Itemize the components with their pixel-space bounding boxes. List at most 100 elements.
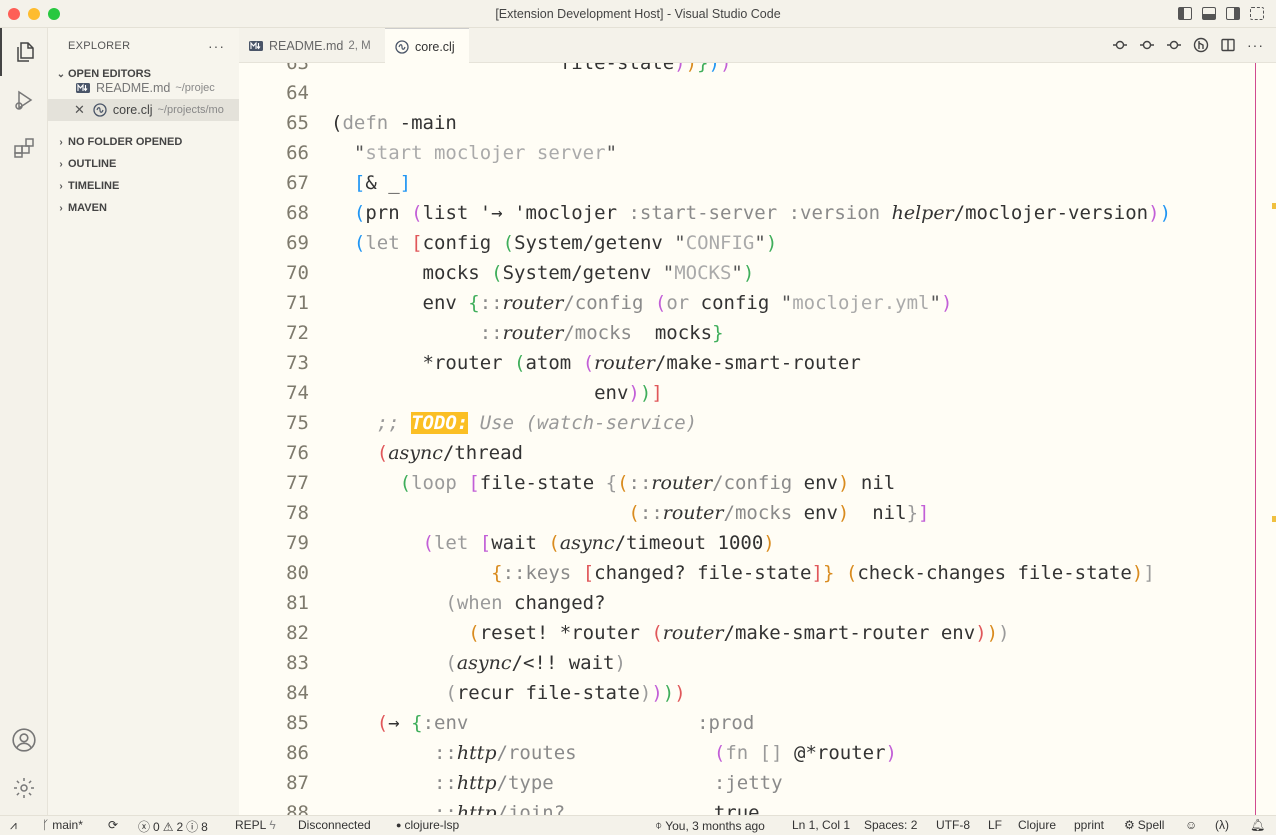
maven-section[interactable]: › MAVEN <box>48 197 239 219</box>
toggle-panel-icon[interactable] <box>1202 7 1216 20</box>
line-number: 76 <box>286 442 309 464</box>
indentation[interactable]: Spaces: 2 <box>864 818 917 832</box>
manage-activity[interactable] <box>0 764 48 812</box>
tab-readme[interactable]: README.md 2, M <box>239 28 381 63</box>
blame-label: You, 3 months ago <box>665 818 765 833</box>
repl-button[interactable]: REPL ϟ <box>235 818 276 832</box>
close-icon[interactable]: ✕ <box>74 102 85 118</box>
line-number: 65 <box>286 112 309 134</box>
line-number: 85 <box>286 712 309 734</box>
open-editor-core[interactable]: ✕ core.clj ~/projects/mo <box>48 99 239 121</box>
code-line: (recur file-state)))) <box>445 682 686 704</box>
eol-label: LF <box>988 818 1003 832</box>
code-line: *router (atom (router/make-smart-router <box>331 352 861 374</box>
run-debug-icon <box>15 90 33 110</box>
lsp-status[interactable]: ● clojure-lsp <box>396 818 459 832</box>
markdown-file-icon <box>76 83 90 93</box>
connection-status[interactable]: Disconnected <box>298 818 371 832</box>
editor-file-path: ~/projec <box>175 82 215 94</box>
line-number: 66 <box>286 142 309 164</box>
title-bar: [Extension Development Host] - Visual St… <box>0 0 1276 28</box>
pprint-toggle[interactable]: pprint <box>1074 818 1104 832</box>
line-number: 71 <box>286 292 309 314</box>
sync-button[interactable]: ⟳ <box>108 818 118 832</box>
chevron-right-icon: › <box>59 158 63 170</box>
timeline-section[interactable]: › TIMELINE <box>48 175 239 197</box>
files-icon <box>17 42 34 62</box>
split-editor-icon[interactable] <box>1220 37 1236 53</box>
spell-check[interactable]: ⚙ Spell <box>1124 818 1164 832</box>
lambda-indicator[interactable]: (λ) <box>1215 818 1229 832</box>
bell-icon: 🔔︎ <box>1250 818 1266 832</box>
code-line: ::router/mocks mocks} <box>479 322 724 344</box>
indentation-label: Spaces: 2 <box>864 818 918 832</box>
toggle-secondary-sidebar-icon[interactable] <box>1226 7 1240 20</box>
code-editor[interactable]: 63 64 65 66 67 68 69 70 71 72 73 74 75 7… <box>239 63 1276 815</box>
git-blame[interactable]: ⌽ You, 3 months ago <box>655 818 765 833</box>
info-icon: ⓘ <box>186 820 199 834</box>
git-commit-icon: ⌽ <box>655 818 663 832</box>
branch-indicator[interactable]: ᚴ main* <box>42 818 83 832</box>
open-editor-readme[interactable]: README.md ~/projec <box>48 81 239 95</box>
cursor-position[interactable]: Ln 1, Col 1 <box>792 818 850 832</box>
line-number: 68 <box>286 202 309 224</box>
copilot-button[interactable]: ☺ <box>1185 818 1197 832</box>
go-back-change-icon[interactable] <box>1112 37 1128 53</box>
git-branch-icon: ᚴ <box>42 818 50 832</box>
line-number: 80 <box>286 562 309 584</box>
encoding[interactable]: UTF-8 <box>936 818 970 832</box>
connection-label: Disconnected <box>298 818 371 832</box>
encoding-label: UTF-8 <box>936 818 970 832</box>
remote-indicator[interactable]: ⩘ <box>10 818 17 833</box>
line-number: 81 <box>286 592 309 614</box>
section-label: OPEN EDITORS <box>68 68 151 80</box>
explorer-activity[interactable] <box>0 28 48 76</box>
code-line: env))] <box>331 382 663 404</box>
extensions-activity[interactable] <box>0 124 48 172</box>
lambda-label: (λ) <box>1215 818 1229 832</box>
code-line: (→ {:env :prod <box>376 712 755 734</box>
more-actions-button[interactable]: ··· <box>208 38 225 54</box>
chevron-right-icon: › <box>59 180 63 192</box>
outline-section[interactable]: › OUTLINE <box>48 153 239 175</box>
tab-core[interactable]: core.clj <box>385 28 469 64</box>
language-mode[interactable]: Clojure <box>1018 818 1056 832</box>
editor-file-name: core.clj <box>112 103 153 117</box>
git-compare-icon[interactable] <box>1193 37 1209 53</box>
window-title: [Extension Development Host] - Visual St… <box>495 7 781 21</box>
error-count: 0 <box>153 819 160 834</box>
code-line: (async/<!! wait) <box>445 652 626 674</box>
status-bar: ⩘ ᚴ main* ⟳ ⓧ 0 ⚠ 2 ⓘ 8 REPL ϟ Disconnec… <box>0 815 1276 835</box>
ruler-line <box>1255 63 1256 815</box>
line-number: 82 <box>286 622 309 644</box>
line-number: 67 <box>286 172 309 194</box>
spell-label: Spell <box>1137 818 1165 832</box>
end-of-line[interactable]: LF <box>988 818 1002 832</box>
tab-label: core.clj <box>415 39 455 54</box>
run-debug-activity[interactable] <box>0 76 48 124</box>
layout-controls <box>1178 7 1264 20</box>
sidebar-header: EXPLORER ··· <box>48 28 239 63</box>
language-label: Clojure <box>1018 818 1057 832</box>
problems-indicator[interactable]: ⓧ 0 ⚠ 2 ⓘ 8 <box>138 818 208 835</box>
section-label: TIMELINE <box>68 180 120 192</box>
go-forward-change-icon[interactable] <box>1166 37 1182 53</box>
customize-layout-icon[interactable] <box>1250 7 1264 20</box>
overview-ruler-warning-mark <box>1272 516 1276 522</box>
open-change-icon[interactable] <box>1139 37 1155 53</box>
code-line: (let [wait (async/timeout 1000) <box>422 532 775 554</box>
notifications-button[interactable]: 🔔︎ <box>1250 818 1265 832</box>
more-actions-button[interactable]: ··· <box>1247 37 1264 53</box>
activity-bar <box>0 28 48 815</box>
editor-actions: ··· <box>1112 37 1264 53</box>
lightning-icon: ϟ <box>269 818 276 832</box>
error-icon: ⓧ <box>138 820 151 834</box>
line-number: 70 <box>286 262 309 284</box>
accounts-activity[interactable] <box>0 716 48 764</box>
pprint-label: pprint <box>1074 818 1105 832</box>
editor-file-name: README.md <box>96 81 171 95</box>
line-number: 64 <box>286 82 309 104</box>
no-folder-section[interactable]: › NO FOLDER OPENED <box>48 131 239 153</box>
toggle-primary-sidebar-icon[interactable] <box>1178 7 1192 20</box>
line-number: 84 <box>286 682 309 704</box>
